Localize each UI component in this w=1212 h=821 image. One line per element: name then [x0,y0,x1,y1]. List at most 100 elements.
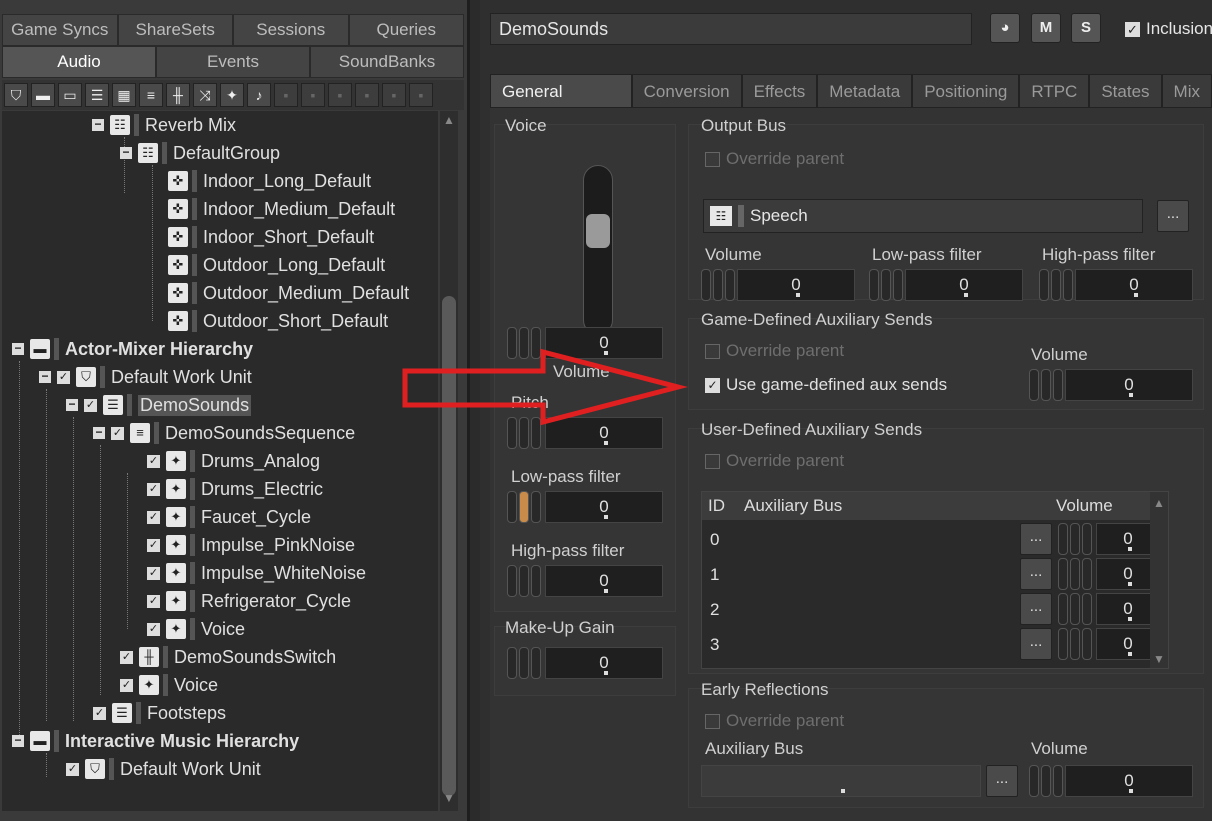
sound-sfx-icon[interactable]: ✦ [220,83,244,107]
color-palette-icon[interactable]: ◕ [990,13,1020,43]
tab-soundbanks[interactable]: SoundBanks [310,46,464,78]
tree-item[interactable]: ✜ Outdoor_Short_Default [168,307,388,335]
table-scrollbar[interactable]: ▲ ▼ [1150,492,1168,668]
override-parent-checkbox[interactable]: Override parent [705,451,844,471]
tree-item-selected[interactable]: − ✓ ☰ DemoSounds [66,391,252,419]
tree-item[interactable]: ✓ ✦ Faucet_Cycle [147,503,311,531]
scroll-down-icon[interactable]: ▼ [1150,652,1168,666]
browse-er-bus-button[interactable]: ... [986,765,1018,797]
voice-volume-field[interactable]: 0 [545,327,663,359]
browse-aux-button[interactable]: ... [1020,523,1052,555]
lowpass-field[interactable]: 0 [545,491,663,523]
table-row[interactable]: 1 ... 0 [702,557,1160,592]
browse-bus-button[interactable]: ... [1157,200,1189,232]
sequence-icon[interactable]: ≡ [139,83,163,107]
browse-aux-button[interactable]: ... [1020,558,1052,590]
checkbox-icon[interactable]: ✓ [84,398,97,412]
override-parent-checkbox[interactable]: Override parent [705,711,844,731]
browse-aux-button[interactable]: ... [1020,628,1052,660]
tab-audio[interactable]: Audio [2,46,156,78]
tree-item[interactable]: ✓ ✦ Impulse_PinkNoise [147,531,355,559]
tab-states[interactable]: States [1089,74,1162,108]
tree-scrollbar[interactable]: ▲ ▼ [440,111,458,811]
tab-conversion[interactable]: Conversion [631,74,742,108]
scroll-up-icon[interactable]: ▲ [440,113,458,127]
collapse-icon[interactable]: − [92,118,104,131]
table-row[interactable]: 2 ... 0 [702,592,1160,627]
output-bus-field[interactable]: ☷ Speech [703,199,1143,233]
tree-item[interactable]: ✓ ✦ Drums_Electric [147,475,323,503]
tree-item[interactable]: − ☷ Reverb Mix [92,111,236,139]
tree-item-actor-mixer-hierarchy[interactable]: − ▬ Actor-Mixer Hierarchy [12,335,253,363]
tab-mixing[interactable]: Mix [1161,74,1212,108]
tree-item[interactable]: ✓ ✦ Voice [147,615,245,643]
tree-item[interactable]: ✜ Indoor_Medium_Default [168,195,395,223]
object-name-field[interactable]: DemoSounds [490,13,972,45]
browse-aux-button[interactable]: ... [1020,593,1052,625]
sound-voice-icon[interactable]: ♪ [247,83,271,107]
tree-item[interactable]: − ☷ DefaultGroup [120,139,280,167]
tree-item[interactable]: − ✓ ≡ DemoSoundsSequence [93,419,355,447]
er-aux-bus-field[interactable] [701,765,981,797]
scroll-thumb[interactable] [442,296,456,796]
tree-item[interactable]: ✓ ✦ Drums_Analog [147,447,320,475]
work-unit-icon[interactable]: ⛉ [4,83,28,107]
checkbox-icon[interactable]: ✓ [147,566,160,580]
random-icon[interactable]: ⤨ [193,83,217,107]
game-aux-volume-field[interactable]: 0 [1065,369,1193,401]
collapse-icon[interactable]: − [120,146,132,159]
tree-item[interactable]: − ✓ ⛉ Default Work Unit [39,363,252,391]
er-volume-field[interactable]: 0 [1065,765,1193,797]
checkbox-icon[interactable]: ✓ [1125,21,1140,37]
actor-mixer-icon[interactable]: ☰ [85,83,109,107]
tree-item[interactable]: ✜ Outdoor_Long_Default [168,251,385,279]
scroll-down-icon[interactable]: ▼ [440,791,458,805]
tree-item[interactable]: ✜ Indoor_Short_Default [168,223,374,251]
override-parent-checkbox[interactable]: Override parent [705,149,844,169]
bus-lowpass-field[interactable]: 0 [905,269,1023,301]
tree-item[interactable]: ✓ ✦ Voice [120,671,218,699]
collapse-icon[interactable]: − [93,426,105,439]
tree-item[interactable]: ✜ Outdoor_Medium_Default [168,279,409,307]
checkbox-icon[interactable]: ✓ [120,650,133,664]
folder-icon[interactable]: ▬ [31,83,55,107]
tab-effects[interactable]: Effects [741,74,818,108]
scroll-up-icon[interactable]: ▲ [1150,496,1168,510]
tab-sharesets[interactable]: ShareSets [117,14,233,46]
checkbox-icon[interactable]: ✓ [93,706,106,720]
bus-volume-field[interactable]: 0 [737,269,855,301]
grid-icon[interactable]: ▦ [112,83,136,107]
checkbox-icon[interactable]: ✓ [147,622,160,636]
virtual-folder-icon[interactable]: ▭ [58,83,82,107]
volume-slider[interactable] [583,165,613,335]
inclusion-toggle[interactable]: ✓ Inclusion [1125,13,1212,45]
checkbox-icon[interactable]: ✓ [120,678,133,692]
checkbox-icon[interactable]: ✓ [147,454,160,468]
makeup-gain-field[interactable]: 0 [545,647,663,679]
bus-highpass-field[interactable]: 0 [1075,269,1193,301]
table-row[interactable]: 0 ... 0 [702,522,1160,557]
tree-item[interactable]: ✓ ☰ Footsteps [93,699,226,727]
switch-icon[interactable]: ╫ [166,83,190,107]
tab-general-settings[interactable]: General Settings [490,74,632,135]
tree-item[interactable]: ✓ ╫ DemoSoundsSwitch [120,643,336,671]
collapse-icon[interactable]: − [12,342,24,355]
checkbox-icon[interactable]: ✓ [147,482,160,496]
collapse-icon[interactable]: − [39,370,51,383]
checkbox-icon[interactable]: ✓ [147,538,160,552]
tree-item[interactable]: ✓ ✦ Refrigerator_Cycle [147,587,351,615]
slider-knob[interactable] [586,214,610,248]
tree-item-interactive-music-hierarchy[interactable]: − ▬ Interactive Music Hierarchy [12,727,299,755]
collapse-icon[interactable]: − [12,734,24,747]
tree-item[interactable]: ✓ ⛉ Default Work Unit [66,755,261,783]
tab-game-syncs[interactable]: Game Syncs [2,14,118,46]
checkbox-icon[interactable]: ✓ [147,594,160,608]
tab-queries[interactable]: Queries [348,14,464,46]
tab-rtpc[interactable]: RTPC [1019,74,1090,108]
collapse-icon[interactable]: − [66,398,78,411]
pitch-field[interactable]: 0 [545,417,663,449]
tab-events[interactable]: Events [156,46,310,78]
checkbox-icon[interactable]: ✓ [57,370,70,384]
table-row[interactable]: 3 ... 0 [702,627,1160,662]
override-parent-checkbox[interactable]: Override parent [705,341,844,361]
